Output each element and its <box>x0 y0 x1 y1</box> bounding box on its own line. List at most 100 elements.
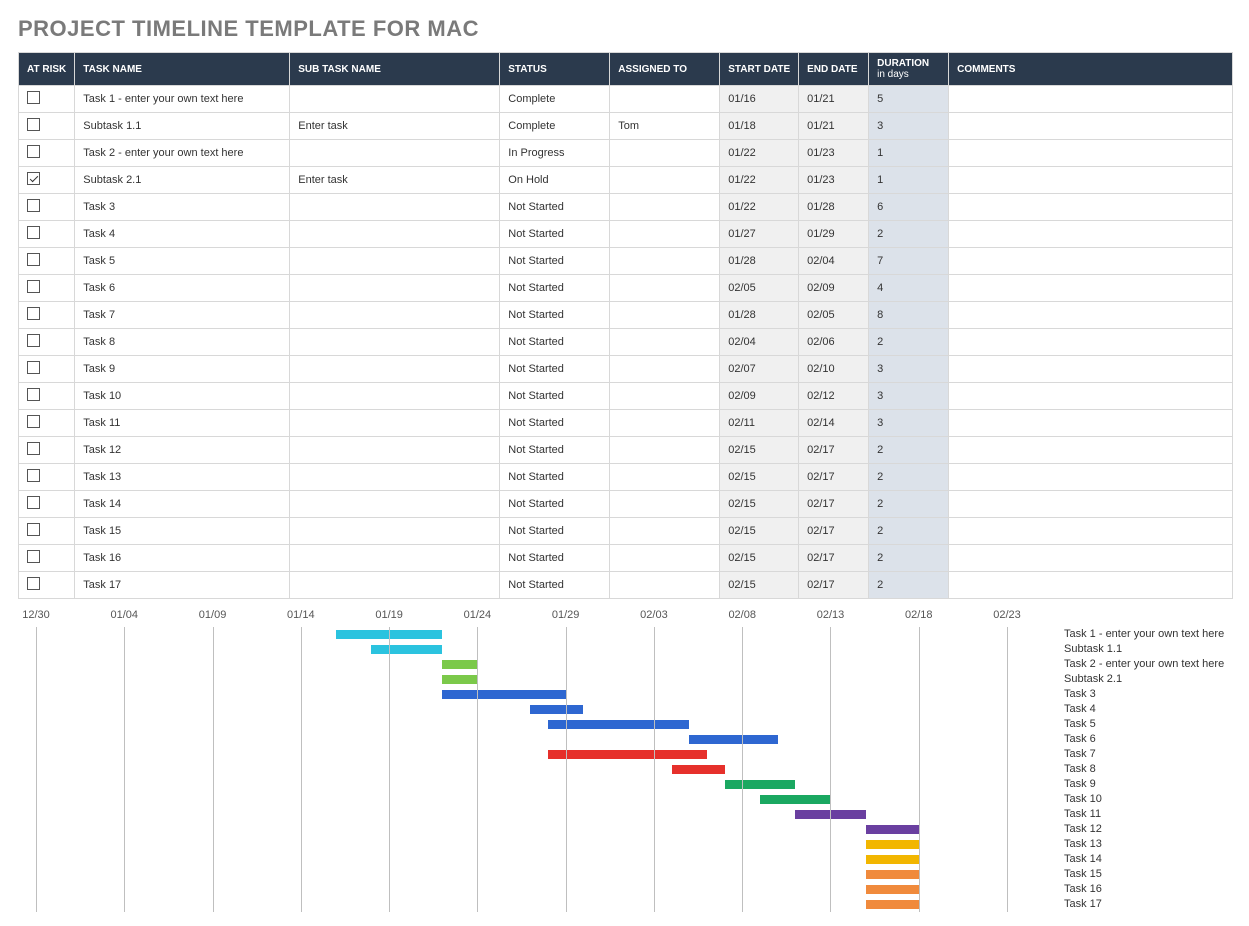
cell-task[interactable]: Task 9 <box>75 356 290 383</box>
at-risk-checkbox[interactable] <box>27 523 40 536</box>
at-risk-checkbox[interactable] <box>27 442 40 455</box>
cell-task[interactable]: Task 11 <box>75 410 290 437</box>
cell-end[interactable]: 02/17 <box>799 572 869 599</box>
cell-task[interactable]: Task 6 <box>75 275 290 302</box>
at-risk-checkbox[interactable] <box>27 550 40 563</box>
cell-comments[interactable] <box>949 194 1233 221</box>
cell-duration[interactable]: 3 <box>869 383 949 410</box>
cell-comments[interactable] <box>949 518 1233 545</box>
cell-end[interactable]: 01/23 <box>799 140 869 167</box>
cell-task[interactable]: Task 4 <box>75 221 290 248</box>
cell-assigned[interactable] <box>610 221 720 248</box>
cell-task[interactable]: Task 13 <box>75 464 290 491</box>
cell-duration[interactable]: 2 <box>869 572 949 599</box>
at-risk-checkbox[interactable] <box>27 253 40 266</box>
cell-comments[interactable] <box>949 437 1233 464</box>
cell-status[interactable]: Not Started <box>500 248 610 275</box>
cell-start[interactable]: 02/15 <box>720 572 799 599</box>
cell-start[interactable]: 02/15 <box>720 518 799 545</box>
cell-sub[interactable] <box>290 329 500 356</box>
cell-start[interactable]: 02/05 <box>720 275 799 302</box>
cell-status[interactable]: Not Started <box>500 545 610 572</box>
cell-task[interactable]: Task 2 - enter your own text here <box>75 140 290 167</box>
cell-sub[interactable] <box>290 275 500 302</box>
cell-comments[interactable] <box>949 221 1233 248</box>
at-risk-checkbox[interactable] <box>27 307 40 320</box>
cell-assigned[interactable] <box>610 410 720 437</box>
cell-task[interactable]: Task 5 <box>75 248 290 275</box>
cell-status[interactable]: Complete <box>500 86 610 113</box>
cell-task[interactable]: Task 3 <box>75 194 290 221</box>
at-risk-checkbox[interactable] <box>27 577 40 590</box>
cell-end[interactable]: 01/28 <box>799 194 869 221</box>
cell-end[interactable]: 01/21 <box>799 113 869 140</box>
cell-task[interactable]: Task 12 <box>75 437 290 464</box>
cell-sub[interactable] <box>290 383 500 410</box>
cell-assigned[interactable] <box>610 545 720 572</box>
cell-task[interactable]: Task 10 <box>75 383 290 410</box>
at-risk-checkbox[interactable] <box>27 388 40 401</box>
cell-duration[interactable]: 2 <box>869 464 949 491</box>
cell-comments[interactable] <box>949 491 1233 518</box>
cell-comments[interactable] <box>949 248 1233 275</box>
cell-task[interactable]: Task 7 <box>75 302 290 329</box>
cell-end[interactable]: 02/10 <box>799 356 869 383</box>
cell-status[interactable]: Not Started <box>500 221 610 248</box>
cell-duration[interactable]: 1 <box>869 140 949 167</box>
cell-comments[interactable] <box>949 86 1233 113</box>
cell-start[interactable]: 02/15 <box>720 491 799 518</box>
cell-duration[interactable]: 3 <box>869 113 949 140</box>
cell-comments[interactable] <box>949 113 1233 140</box>
cell-start[interactable]: 02/15 <box>720 545 799 572</box>
cell-task[interactable]: Subtask 1.1 <box>75 113 290 140</box>
cell-start[interactable]: 01/28 <box>720 302 799 329</box>
cell-task[interactable]: Task 1 - enter your own text here <box>75 86 290 113</box>
cell-end[interactable]: 01/23 <box>799 167 869 194</box>
cell-assigned[interactable] <box>610 140 720 167</box>
cell-task[interactable]: Task 8 <box>75 329 290 356</box>
cell-assigned[interactable] <box>610 356 720 383</box>
cell-task[interactable]: Task 16 <box>75 545 290 572</box>
cell-duration[interactable]: 3 <box>869 356 949 383</box>
cell-sub[interactable] <box>290 248 500 275</box>
cell-sub[interactable] <box>290 356 500 383</box>
cell-end[interactable]: 02/04 <box>799 248 869 275</box>
at-risk-checkbox[interactable] <box>27 496 40 509</box>
cell-sub[interactable] <box>290 221 500 248</box>
cell-task[interactable]: Task 14 <box>75 491 290 518</box>
cell-sub[interactable] <box>290 518 500 545</box>
cell-comments[interactable] <box>949 410 1233 437</box>
cell-status[interactable]: Not Started <box>500 194 610 221</box>
cell-status[interactable]: Not Started <box>500 518 610 545</box>
cell-assigned[interactable] <box>610 464 720 491</box>
cell-sub[interactable] <box>290 491 500 518</box>
at-risk-checkbox[interactable] <box>27 280 40 293</box>
cell-status[interactable]: Not Started <box>500 329 610 356</box>
cell-sub[interactable]: Enter task <box>290 113 500 140</box>
cell-comments[interactable] <box>949 167 1233 194</box>
cell-sub[interactable] <box>290 464 500 491</box>
cell-duration[interactable]: 1 <box>869 167 949 194</box>
at-risk-checkbox[interactable] <box>27 91 40 104</box>
cell-comments[interactable] <box>949 275 1233 302</box>
cell-task[interactable]: Task 17 <box>75 572 290 599</box>
cell-comments[interactable] <box>949 302 1233 329</box>
cell-sub[interactable] <box>290 545 500 572</box>
cell-comments[interactable] <box>949 464 1233 491</box>
cell-assigned[interactable] <box>610 572 720 599</box>
cell-status[interactable]: Not Started <box>500 383 610 410</box>
cell-task[interactable]: Task 15 <box>75 518 290 545</box>
cell-assigned[interactable] <box>610 518 720 545</box>
cell-status[interactable]: Not Started <box>500 275 610 302</box>
cell-assigned[interactable] <box>610 329 720 356</box>
cell-sub[interactable] <box>290 194 500 221</box>
cell-sub[interactable] <box>290 572 500 599</box>
cell-assigned[interactable] <box>610 275 720 302</box>
cell-start[interactable]: 01/22 <box>720 167 799 194</box>
cell-start[interactable]: 02/04 <box>720 329 799 356</box>
cell-assigned[interactable] <box>610 383 720 410</box>
at-risk-checkbox[interactable] <box>27 334 40 347</box>
cell-comments[interactable] <box>949 572 1233 599</box>
at-risk-checkbox[interactable] <box>27 361 40 374</box>
cell-status[interactable]: Not Started <box>500 302 610 329</box>
